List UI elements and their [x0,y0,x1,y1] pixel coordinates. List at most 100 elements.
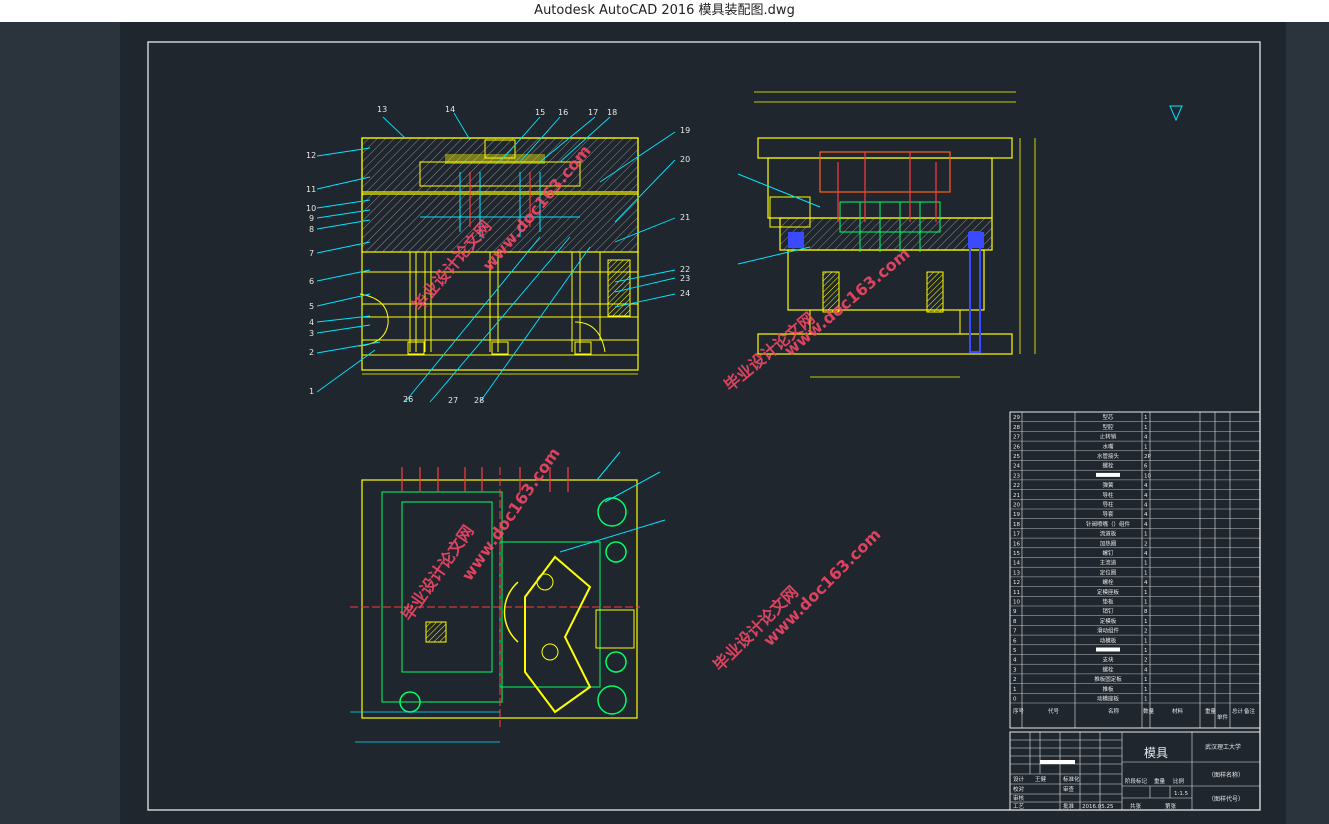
svg-text:22: 22 [680,265,690,274]
bom-row-qty: 1 [1144,415,1148,421]
bom-row-no: 12 [1013,580,1020,586]
svg-text:17: 17 [588,108,598,117]
bom-row-qty: 4 [1144,503,1148,509]
bom-row-no: 29 [1013,415,1020,421]
bom-row-no: 4 [1013,658,1017,664]
bom-row-name: 支块 [1102,656,1114,664]
bom-row-qty: 1 [1144,697,1148,703]
bom-row-qty: 1 [1144,425,1148,431]
bom-row-qty: 1 [1144,570,1148,576]
bom-header-cell: 序号 [1013,707,1025,715]
bom-row-qty: 4 [1144,522,1148,528]
bom-row-name: 止转销 [1100,433,1117,441]
bom-row-name: 推板固定板 [1094,675,1122,683]
bom-row-no: 16 [1013,541,1020,547]
title-block: 模具 武汉理工大学 （图样名称） （图样代号） 设计 王健 标准化 校对 审查 … [1009,731,1261,811]
right-panel [1286,22,1329,824]
check-label: 校对 [1013,785,1025,793]
figure-code: （图样代号） [1208,795,1244,803]
bom-row-no: 28 [1013,425,1020,431]
standard-label: 标准化 [1063,775,1080,783]
svg-text:20: 20 [680,155,690,164]
bom-row-no: 10 [1013,600,1020,606]
bom-row-qty: 1 [1144,619,1148,625]
bom-row-no: 17 [1013,532,1020,538]
approve-label: 批准 [1063,802,1075,810]
svg-text:13: 13 [377,105,387,114]
bom-row-no: 22 [1013,483,1020,489]
bom-row-qty: 1 [1144,638,1148,644]
svg-text:16: 16 [558,108,568,117]
svg-text:23: 23 [680,274,690,283]
window-title: Autodesk AutoCAD 2016 模具装配图.dwg [534,3,795,18]
bom-row-no: 23 [1013,473,1020,479]
bom-row-qty: 1 [1144,561,1148,567]
bom-row-qty: 4 [1144,551,1148,557]
bom-row-name-redacted [1096,647,1120,652]
bom-row-qty: 1 [1144,677,1148,683]
bom-row-qty: 8 [1144,609,1148,615]
bom-row-name: 螺钉 [1102,549,1114,557]
svg-text:12: 12 [306,151,316,160]
drawing-name: 模具 [1144,746,1168,760]
bom-row-qty: 1 [1144,648,1148,654]
bom-row-no: 24 [1013,464,1020,470]
svg-text:21: 21 [680,213,690,222]
bom-row-qty: 10 [1144,473,1151,479]
svg-text:3: 3 [309,329,314,338]
svg-text:毕业设计论文网: 毕业设计论文网 [720,309,818,396]
bom-row-qty: 1 [1144,590,1148,596]
bom-row-qty: 4 [1144,580,1148,586]
svg-text:19: 19 [680,126,690,135]
bom-row-no: 21 [1013,493,1020,499]
left-panel [0,22,120,824]
bom-row-name: 导套 [1102,510,1114,518]
weight-label: 重量 [1154,777,1166,785]
svg-text:2: 2 [309,348,314,357]
title-bar: Autodesk AutoCAD 2016 模具装配图.dwg [0,0,1329,22]
bom-row-qty: 4 [1144,512,1148,518]
bom-row-name: 螺栓 [1102,462,1114,470]
bom-row-no: 11 [1013,590,1020,596]
bom-header-cell: 数量 [1143,707,1155,715]
svg-text:28: 28 [474,396,484,405]
drawing-canvas[interactable]: 13 14 15 16 17 18 19 20 21 22 23 24 12 11 10 987 6… [120,22,1286,824]
svg-text:8: 8 [309,225,314,234]
svg-text:11: 11 [306,185,316,194]
review-label: 审查 [1063,785,1075,793]
bom-row-no: 14 [1013,561,1020,567]
bom-row-name: 定模板 [1100,617,1117,625]
school-name: 武汉理工大学 [1205,743,1241,751]
svg-text:1: 1 [309,387,314,396]
bom-row-name: 水嘴 [1102,442,1114,450]
svg-text:www.doc163.com: www.doc163.com [759,525,884,650]
bom-row-no: 15 [1013,551,1020,557]
svg-text:24: 24 [680,289,690,298]
bom-row-no: 3 [1013,667,1017,673]
plan-view [350,451,666,743]
bom-row-no: 25 [1013,454,1020,460]
bom-row-name: 动模板 [1100,636,1117,644]
bom-row-name: 流道板 [1100,530,1117,538]
designer-label: 设计 [1013,775,1025,783]
svg-text:14: 14 [445,105,455,114]
bom-row-name: 销钉 [1102,607,1114,615]
bom-row-qty: 2 [1144,541,1148,547]
cad-drawing[interactable]: 13 14 15 16 17 18 192021 222324 121110 987 6… [120,22,1286,824]
svg-text:www.doc163.com: www.doc163.com [458,444,564,584]
bom-row-name: 型腔 [1102,423,1114,431]
sheet-label: 第张 [1165,802,1177,810]
bom-row-qty: 4 [1144,483,1148,489]
bom-row-name: 型芯 [1102,413,1114,421]
bom-header-cell: 代号 [1048,707,1060,715]
bom-row-no: 18 [1013,522,1020,528]
svg-text:27: 27 [448,396,458,405]
bom-row-qty: 4 [1144,493,1148,499]
bom-row-no: 1 [1013,687,1017,693]
bom-header-cell: 材料 [1172,707,1184,715]
bom-row-no: 0 [1013,697,1017,703]
bom-row-name: 定模座板 [1097,588,1120,596]
svg-text:15: 15 [535,108,545,117]
figure-name: （图样名称） [1208,771,1244,779]
bom-row-no: 13 [1013,570,1020,576]
